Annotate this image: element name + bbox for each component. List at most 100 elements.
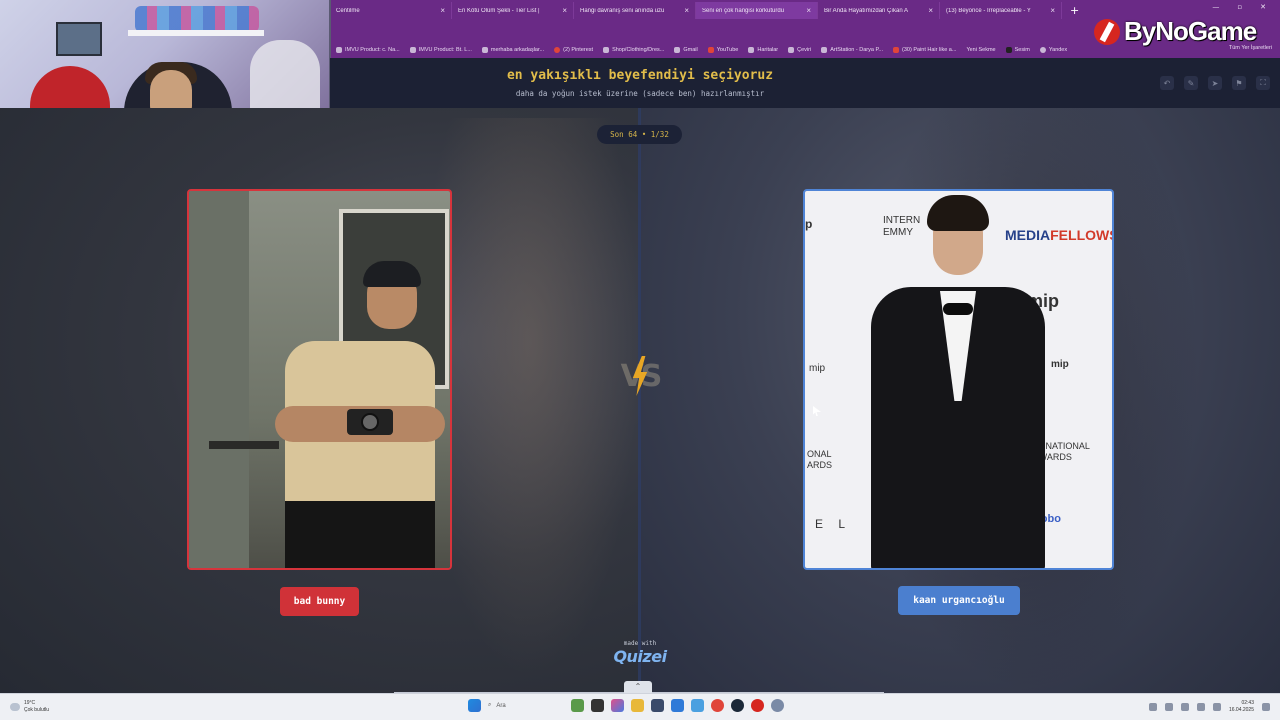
page-subtitle: daha da yoğun istek üzerine (sadece ben)… bbox=[515, 89, 765, 98]
browser-tab[interactable]: Centilme × bbox=[330, 2, 452, 19]
app-header bbox=[330, 58, 1280, 108]
bookmark[interactable]: Çeviri bbox=[788, 46, 812, 53]
choose-right-button[interactable]: kaan urgancıoğlu bbox=[898, 586, 1020, 615]
bookmark-label: (30) Paint Hair like a... bbox=[902, 46, 957, 53]
bookmark[interactable]: Yandex bbox=[1039, 46, 1068, 53]
bookmark-label: Yeni Sekme bbox=[966, 46, 996, 53]
backdrop-text: MEDIA bbox=[1005, 227, 1051, 243]
pinterest-icon bbox=[554, 46, 561, 53]
share-icon[interactable]: ➤ bbox=[1208, 76, 1222, 90]
bookmark-label: merhaba arkadaşlar... bbox=[490, 46, 545, 53]
quizei-logo: Quizei bbox=[613, 647, 667, 666]
network-icon[interactable] bbox=[1180, 703, 1189, 711]
bookmark[interactable]: (30) Paint Hair like a... bbox=[893, 46, 957, 53]
windows-start-icon[interactable] bbox=[468, 699, 481, 712]
contestant-card-left[interactable] bbox=[187, 189, 452, 570]
cloud-icon bbox=[10, 703, 20, 711]
tab-close-icon[interactable]: × bbox=[440, 6, 445, 15]
weather-desc: Çok bulutlu bbox=[24, 707, 50, 713]
file-explorer-icon[interactable] bbox=[631, 699, 644, 712]
browser-tab[interactable]: Hangi davranış seni anında uzu × bbox=[574, 2, 696, 19]
tab-title: Centilme bbox=[336, 7, 360, 14]
photos-icon[interactable] bbox=[691, 699, 704, 712]
yandex-icon bbox=[1039, 46, 1046, 53]
gmail-icon bbox=[674, 46, 681, 53]
backdrop-logo: MEDIAFELLOWS bbox=[1005, 227, 1112, 243]
bookmark-label: IMVU Product: Bt. L... bbox=[418, 46, 472, 53]
bookmark[interactable]: Gmail bbox=[674, 46, 698, 53]
backdrop-text: E L bbox=[815, 517, 852, 531]
bookmark[interactable]: YouTube bbox=[707, 46, 738, 53]
close-window-icon[interactable]: ✕ bbox=[1260, 3, 1266, 11]
microphone-icon[interactable] bbox=[1196, 703, 1205, 711]
search-placeholder: Ara bbox=[496, 702, 506, 709]
tab-close-icon[interactable]: × bbox=[562, 6, 567, 15]
contestant-card-right[interactable]: p INTERN EMMY MEDIAFELLOWS mip mip mip E… bbox=[803, 189, 1114, 570]
edit-icon[interactable]: ✎ bbox=[1184, 76, 1198, 90]
bookmark-label: Yandex bbox=[1048, 46, 1068, 53]
bookmark[interactable]: IMVU Product: c. Na... bbox=[336, 46, 400, 53]
bookmark[interactable]: Shop/Clothing/Dres... bbox=[603, 46, 665, 53]
bookmark[interactable]: ArtStation - Darya P... bbox=[821, 46, 883, 53]
chrome-icon[interactable] bbox=[711, 699, 724, 712]
undo-icon[interactable]: ↶ bbox=[1160, 76, 1174, 90]
browser-tab[interactable]: Bir Anda Hayatımızdan Çıkan A × bbox=[818, 2, 940, 19]
photo-table bbox=[209, 441, 279, 449]
photo-camera-lens bbox=[361, 413, 379, 431]
taskbar-search[interactable]: ⌕ Ara bbox=[488, 702, 564, 709]
chevron-up-tray-icon[interactable] bbox=[1148, 703, 1157, 711]
browser-tab-active[interactable]: Seni en çok hangisi korkuturdu × bbox=[696, 2, 818, 19]
clock[interactable]: 02:43 16.04.2025 bbox=[1229, 700, 1254, 714]
tab-close-icon[interactable]: × bbox=[1050, 6, 1055, 15]
bookmark[interactable]: merhaba arkadaşlar... bbox=[481, 46, 545, 53]
fullscreen-icon[interactable]: ⛶ bbox=[1256, 76, 1270, 90]
screen: Centilme × En Kötü Ölüm Şekli - Tier List… bbox=[0, 0, 1280, 720]
calculator-icon[interactable] bbox=[651, 699, 664, 712]
cloud-sync-icon[interactable] bbox=[1164, 703, 1173, 711]
backdrop-text: mip bbox=[809, 363, 826, 374]
tab-title: Seni en çok hangisi korkuturdu bbox=[702, 7, 785, 14]
bookmark[interactable]: Haritalar bbox=[748, 46, 778, 53]
round-badge: Son 64 • 1/32 bbox=[597, 125, 682, 144]
browser-tab[interactable]: (13) Beyoncé - Irreplaceable - Y × bbox=[940, 2, 1062, 19]
bookmark[interactable]: (2) Pinterest bbox=[554, 46, 593, 53]
maximize-icon[interactable]: ▫ bbox=[1237, 3, 1242, 11]
bookmark[interactable]: Yeni Sekme bbox=[966, 47, 995, 53]
made-with-badge[interactable]: made with Quizei bbox=[598, 640, 682, 666]
choose-left-button[interactable]: bad bunny bbox=[280, 587, 359, 616]
browser-tab[interactable]: En Kötü Ölüm Şekli - Tier List | × bbox=[452, 2, 574, 19]
steam-icon[interactable] bbox=[731, 699, 744, 712]
system-tray: 02:43 16.04.2025 bbox=[1148, 700, 1270, 714]
window-controls: — ▫ ✕ bbox=[1212, 3, 1266, 11]
new-tab-button[interactable]: + bbox=[1062, 4, 1079, 17]
bookmark-icon bbox=[1005, 46, 1012, 53]
tab-title: (13) Beyoncé - Irreplaceable - Y bbox=[946, 7, 1031, 14]
copilot-icon[interactable] bbox=[611, 699, 624, 712]
bookmark[interactable]: Sesim bbox=[1005, 46, 1030, 53]
task-view-icon[interactable] bbox=[591, 699, 604, 712]
backdrop-text: p bbox=[805, 217, 813, 231]
widgets-icon[interactable] bbox=[571, 699, 584, 712]
weather-text: 19°C Çok bulutlu bbox=[24, 700, 49, 714]
chevron-up-icon[interactable]: ⌃ bbox=[624, 681, 652, 693]
backdrop-text: mip bbox=[1051, 359, 1069, 370]
volume-icon[interactable] bbox=[1212, 703, 1221, 711]
clock-date: 16.04.2025 bbox=[1228, 707, 1254, 713]
versus-badge: VS bbox=[613, 356, 667, 396]
bookmark[interactable]: IMVU Product: Bt. L... bbox=[409, 46, 472, 53]
flag-icon[interactable]: ⚑ bbox=[1232, 76, 1246, 90]
bookmark-label: Çeviri bbox=[797, 46, 812, 53]
mail-icon[interactable] bbox=[671, 699, 684, 712]
bynogame-icon[interactable] bbox=[751, 699, 764, 712]
notification-icon[interactable] bbox=[1262, 703, 1270, 711]
tab-close-icon[interactable]: × bbox=[928, 6, 933, 15]
tab-close-icon[interactable]: × bbox=[806, 6, 811, 15]
bookmark-label: Shop/Clothing/Dres... bbox=[612, 46, 665, 53]
minimize-icon[interactable]: — bbox=[1212, 3, 1219, 11]
weather-widget[interactable]: 19°C Çok bulutlu bbox=[10, 700, 49, 714]
settings-icon[interactable] bbox=[771, 699, 784, 712]
bookmark-label: IMVU Product: c. Na... bbox=[345, 46, 400, 53]
header-actions: ↶ ✎ ➤ ⚑ ⛶ bbox=[1160, 76, 1270, 90]
tab-close-icon[interactable]: × bbox=[684, 6, 689, 15]
bookmark-icon bbox=[481, 46, 488, 53]
